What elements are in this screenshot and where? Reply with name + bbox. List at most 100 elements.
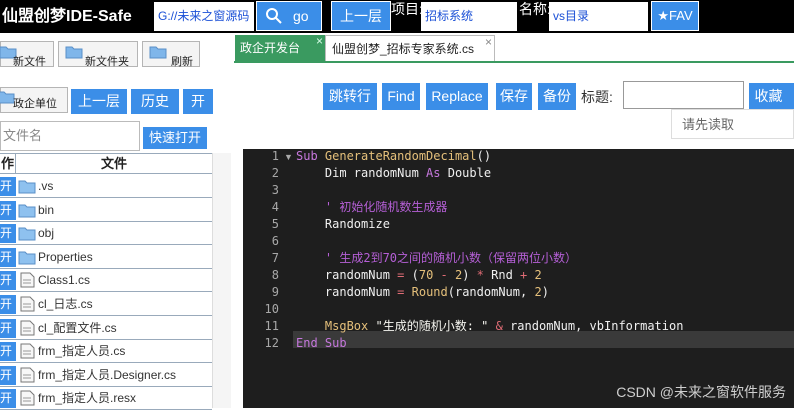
project-label: 项目: bbox=[391, 1, 423, 17]
file-row[interactable]: 开 bin bbox=[0, 199, 212, 222]
line-number: 6 bbox=[271, 234, 279, 248]
app-title: 仙盟创梦IDE-Safe bbox=[2, 8, 132, 25]
close-icon[interactable]: × bbox=[485, 29, 492, 55]
file-row[interactable]: 开 Class1.cs bbox=[0, 269, 212, 293]
name-input[interactable]: vs目录 bbox=[549, 2, 648, 31]
folder-icon bbox=[18, 180, 36, 194]
folder-icon bbox=[18, 227, 36, 241]
file-name[interactable]: obj bbox=[38, 225, 54, 241]
overflow-button[interactable] bbox=[788, 83, 794, 110]
line-number: 7 bbox=[271, 251, 279, 265]
line-number: 2 bbox=[271, 166, 279, 180]
top-up-button[interactable]: 上一层 bbox=[331, 1, 391, 31]
find-button[interactable]: Find bbox=[382, 83, 420, 110]
line-number: 9 bbox=[271, 285, 279, 299]
file-name[interactable]: Class1.cs bbox=[38, 272, 90, 288]
code-line-9: randomNum = Round(randomNum, 2) bbox=[296, 285, 549, 299]
code-line-7: ' 生成2到70之间的随机小数（保留两位小数） bbox=[296, 251, 578, 265]
close-icon[interactable]: × bbox=[316, 28, 323, 54]
filename-search-input[interactable]: 文件名 bbox=[0, 121, 140, 151]
file-name[interactable]: bin bbox=[38, 202, 54, 218]
file-list-scrollbar[interactable] bbox=[212, 153, 231, 408]
row-open-button[interactable]: 开 bbox=[0, 318, 16, 338]
go-button[interactable]: go bbox=[256, 1, 322, 31]
file-icon bbox=[20, 343, 35, 359]
file-icon bbox=[20, 296, 35, 312]
row-open-button[interactable]: 开 bbox=[0, 365, 16, 385]
row-open-button[interactable]: 开 bbox=[0, 200, 16, 220]
file-row[interactable]: 开 obj bbox=[0, 222, 212, 246]
code-line-12: End Sub bbox=[296, 336, 347, 350]
title-label: 标题: bbox=[581, 89, 613, 105]
file-icon bbox=[20, 390, 35, 406]
folder-icon bbox=[18, 204, 36, 218]
row-open-button[interactable]: 开 bbox=[0, 177, 16, 196]
tab-gov-dev-label: 政企开发台 bbox=[240, 41, 301, 55]
new-folder-button[interactable]: 新文件夹 bbox=[58, 41, 138, 68]
line-number: 10 bbox=[264, 302, 279, 316]
code-line-11: MsgBox "生成的随机小数: " & randomNum, vbInform… bbox=[296, 319, 684, 333]
new-file-button[interactable]: 新文件 bbox=[0, 41, 54, 68]
code-editor[interactable]: 1 2 3 4 5 6 7 8 9 10 11 12 ▼ Sub GenerateRandomDeci… bbox=[243, 149, 794, 408]
title-input[interactable] bbox=[623, 81, 744, 109]
quick-open-button[interactable]: 快速打开 bbox=[143, 127, 207, 149]
file-row[interactable]: 开 .vs bbox=[0, 175, 212, 198]
file-name[interactable]: cl_配置文件.cs bbox=[38, 320, 117, 336]
file-name[interactable]: frm_指定人员.resx bbox=[38, 390, 136, 406]
tab-strip: 政企开发台 × 仙盟创梦_招标专家系统.cs × bbox=[234, 33, 794, 61]
tab-gov-dev[interactable]: 政企开发台 × bbox=[235, 34, 325, 61]
editor-area: 政企开发台 × 仙盟创梦_招标专家系统.cs × 跳转行 Find Replac… bbox=[234, 33, 794, 408]
replace-button[interactable]: Replace bbox=[426, 83, 488, 110]
collect-button[interactable]: 收藏 bbox=[749, 83, 788, 110]
file-icon bbox=[20, 320, 35, 336]
row-open-button[interactable]: 开 bbox=[0, 247, 16, 267]
line-number: 8 bbox=[271, 268, 279, 282]
refresh-button[interactable]: 刷新 bbox=[142, 41, 200, 68]
tab-underline bbox=[234, 61, 794, 63]
file-name[interactable]: Properties bbox=[38, 249, 93, 265]
row-open-button[interactable]: 开 bbox=[0, 342, 16, 362]
backup-button[interactable]: 备份 bbox=[538, 83, 576, 110]
save-button[interactable]: 保存 bbox=[496, 83, 532, 110]
code-line-2: Dim randomNum As Double bbox=[296, 166, 492, 180]
code-line-5: Randomize bbox=[296, 217, 390, 231]
row-open-button[interactable]: 开 bbox=[0, 271, 16, 291]
file-row[interactable]: 开 cl_日志.cs bbox=[0, 293, 212, 316]
search-icon bbox=[266, 8, 282, 24]
line-number: 5 bbox=[271, 217, 279, 231]
file-name[interactable]: frm_指定人员.Designer.cs bbox=[38, 367, 176, 383]
folder-icon bbox=[149, 46, 167, 59]
file-panel: 新文件 新文件夹 刷新 政企单位 上一层 历史 开 文件名 快速打开 作 文件 … bbox=[0, 33, 231, 410]
file-icon bbox=[20, 272, 35, 288]
gov-unit-button[interactable]: 政企单位 bbox=[0, 87, 68, 113]
line-number: 12 bbox=[264, 336, 279, 350]
path-input[interactable]: G://未来之窗源码 bbox=[154, 2, 254, 31]
header-file: 文件 bbox=[100, 156, 127, 171]
history-button[interactable]: 历史 bbox=[131, 89, 179, 114]
file-row[interactable]: 开 frm_指定人员.Designer.cs bbox=[0, 364, 212, 387]
line-number: 1 bbox=[271, 149, 279, 163]
fav-button[interactable]: ★FAV bbox=[651, 1, 699, 31]
fold-arrow-icon[interactable]: ▼ bbox=[284, 152, 293, 162]
row-open-button[interactable]: 开 bbox=[0, 224, 16, 244]
file-name[interactable]: cl_日志.cs bbox=[38, 296, 93, 312]
file-name[interactable]: frm_指定人员.cs bbox=[38, 343, 125, 359]
line-number: 3 bbox=[271, 183, 279, 197]
file-name[interactable]: .vs bbox=[38, 178, 53, 194]
top-bar: 仙盟创梦IDE-Safe G://未来之窗源码 go 上一层 项目: 招标系统 … bbox=[0, 0, 794, 33]
file-row[interactable]: 开 frm_指定人员.resx bbox=[0, 387, 212, 410]
project-input[interactable]: 招标系统 bbox=[421, 2, 517, 31]
left-up-button[interactable]: 上一层 bbox=[71, 89, 127, 114]
open-button[interactable]: 开 bbox=[183, 89, 213, 114]
file-row[interactable]: 开 Properties bbox=[0, 246, 212, 269]
row-open-button[interactable]: 开 bbox=[0, 295, 16, 314]
read-select[interactable]: 请先读取 bbox=[671, 109, 794, 139]
line-number: 4 bbox=[271, 200, 279, 214]
file-row[interactable]: 开 frm_指定人员.cs bbox=[0, 340, 212, 364]
jump-line-button[interactable]: 跳转行 bbox=[323, 83, 377, 110]
line-gutter: 1 2 3 4 5 6 7 8 9 10 11 12 bbox=[243, 149, 293, 408]
row-open-button[interactable]: 开 bbox=[0, 389, 16, 409]
file-row[interactable]: 开 cl_配置文件.cs bbox=[0, 317, 212, 340]
tab-source-file[interactable]: 仙盟创梦_招标专家系统.cs × bbox=[325, 35, 495, 61]
csdn-watermark: CSDN @未来之窗软件服务 bbox=[616, 384, 786, 400]
